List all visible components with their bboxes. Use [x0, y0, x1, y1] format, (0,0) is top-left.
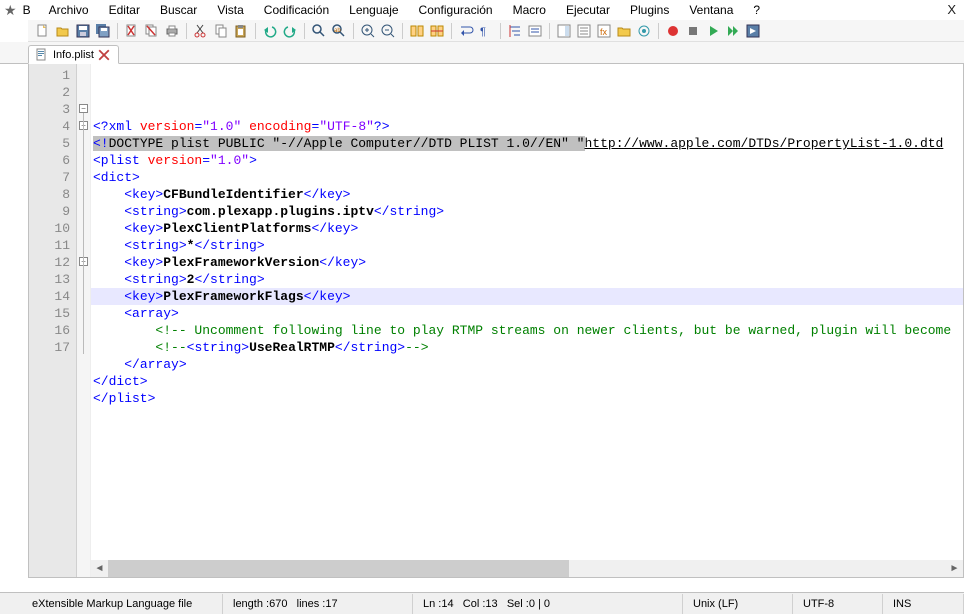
file-icon — [35, 48, 49, 62]
scroll-right-arrow-icon[interactable]: ► — [946, 560, 963, 577]
zoom-in-icon[interactable] — [359, 22, 377, 40]
scrollbar-thumb[interactable] — [108, 560, 569, 577]
close-file-icon[interactable] — [123, 22, 141, 40]
cut-icon[interactable] — [192, 22, 210, 40]
stop-macro-icon[interactable] — [684, 22, 702, 40]
svg-text:ab: ab — [334, 28, 341, 34]
monitor-icon[interactable] — [635, 22, 653, 40]
status-cursor-position: Ln : 14 Col : 13 Sel : 0 | 0 — [413, 594, 683, 614]
toolbar-separator — [451, 23, 452, 39]
toolbar-separator — [117, 23, 118, 39]
close-all-icon[interactable] — [143, 22, 161, 40]
wordwrap-icon[interactable] — [457, 22, 475, 40]
menu-ejecutar[interactable]: Ejecutar — [558, 1, 618, 19]
udl-icon[interactable] — [526, 22, 544, 40]
toolbar-separator — [549, 23, 550, 39]
toolbar-separator — [255, 23, 256, 39]
toolbar-separator — [500, 23, 501, 39]
doc-map-icon[interactable] — [555, 22, 573, 40]
menu-editar[interactable]: Editar — [101, 1, 148, 19]
tab-close-icon[interactable] — [98, 49, 110, 61]
status-bar: eXtensible Markup Language file length :… — [0, 592, 964, 614]
save-macro-icon[interactable] — [744, 22, 762, 40]
scrollbar-track[interactable] — [108, 560, 946, 577]
window-close-button[interactable]: X — [947, 2, 956, 17]
toolbar-separator — [658, 23, 659, 39]
sync-hscroll-icon[interactable] — [428, 22, 446, 40]
find-icon[interactable] — [310, 22, 328, 40]
menu-codificacion[interactable]: Codificación — [256, 1, 337, 19]
toolbar-separator — [353, 23, 354, 39]
menu-archivo[interactable]: Archivo — [41, 1, 97, 19]
tab-label: Info.plist — [53, 49, 94, 61]
status-insert-mode[interactable]: INS — [883, 594, 964, 614]
editor: 1234567891011121314151617 −−− <?xml vers… — [28, 64, 964, 578]
svg-text:fx: fx — [600, 27, 608, 37]
undo-icon[interactable] — [261, 22, 279, 40]
replace-icon[interactable]: ab — [330, 22, 348, 40]
status-language: eXtensible Markup Language file — [28, 594, 223, 614]
menu-configuracion[interactable]: Configuración — [411, 1, 501, 19]
menu-ventana[interactable]: Ventana — [681, 1, 741, 19]
status-eol[interactable]: Unix (LF) — [683, 594, 793, 614]
print-icon[interactable] — [163, 22, 181, 40]
left-edge-label: B — [23, 3, 31, 17]
toolbar: ab ¶ fx — [28, 20, 964, 42]
play-macro-icon[interactable] — [704, 22, 722, 40]
save-icon[interactable] — [74, 22, 92, 40]
indent-guide-icon[interactable] — [506, 22, 524, 40]
toolbar-separator — [402, 23, 403, 39]
menu-vista[interactable]: Vista — [209, 1, 251, 19]
toolbar-separator — [186, 23, 187, 39]
redo-icon[interactable] — [281, 22, 299, 40]
paste-icon[interactable] — [232, 22, 250, 40]
svg-text:¶: ¶ — [480, 26, 486, 38]
menu-lenguaje[interactable]: Lenguaje — [341, 1, 406, 19]
status-length: length : 670 lines : 17 — [223, 594, 413, 614]
line-number-gutter: 1234567891011121314151617 — [29, 64, 77, 577]
tab-bar: Info.plist — [0, 42, 964, 64]
menu-plugins[interactable]: Plugins — [622, 1, 677, 19]
scroll-left-arrow-icon[interactable]: ◄ — [91, 560, 108, 577]
fold-column: −−− — [77, 64, 91, 577]
tab-info-plist[interactable]: Info.plist — [28, 45, 119, 64]
show-all-chars-icon[interactable]: ¶ — [477, 22, 495, 40]
bookmark-star-icon: ★ — [4, 2, 17, 19]
menu-help[interactable]: ? — [745, 1, 768, 19]
doc-list-icon[interactable] — [575, 22, 593, 40]
folder-workspace-icon[interactable] — [615, 22, 633, 40]
horizontal-scrollbar[interactable]: ◄ ► — [91, 560, 963, 577]
save-all-icon[interactable] — [94, 22, 112, 40]
sync-vscroll-icon[interactable] — [408, 22, 426, 40]
code-area[interactable]: <?xml version="1.0" encoding="UTF-8"?><!… — [91, 64, 963, 577]
new-file-icon[interactable] — [34, 22, 52, 40]
copy-icon[interactable] — [212, 22, 230, 40]
status-encoding[interactable]: UTF-8 — [793, 594, 883, 614]
record-macro-icon[interactable] — [664, 22, 682, 40]
menu-buscar[interactable]: Buscar — [152, 1, 205, 19]
menu-macro[interactable]: Macro — [505, 1, 554, 19]
function-list-icon[interactable]: fx — [595, 22, 613, 40]
toolbar-separator — [304, 23, 305, 39]
menu-bar: ★ B Archivo Editar Buscar Vista Codifica… — [0, 0, 964, 20]
open-file-icon[interactable] — [54, 22, 72, 40]
play-multi-icon[interactable] — [724, 22, 742, 40]
zoom-out-icon[interactable] — [379, 22, 397, 40]
